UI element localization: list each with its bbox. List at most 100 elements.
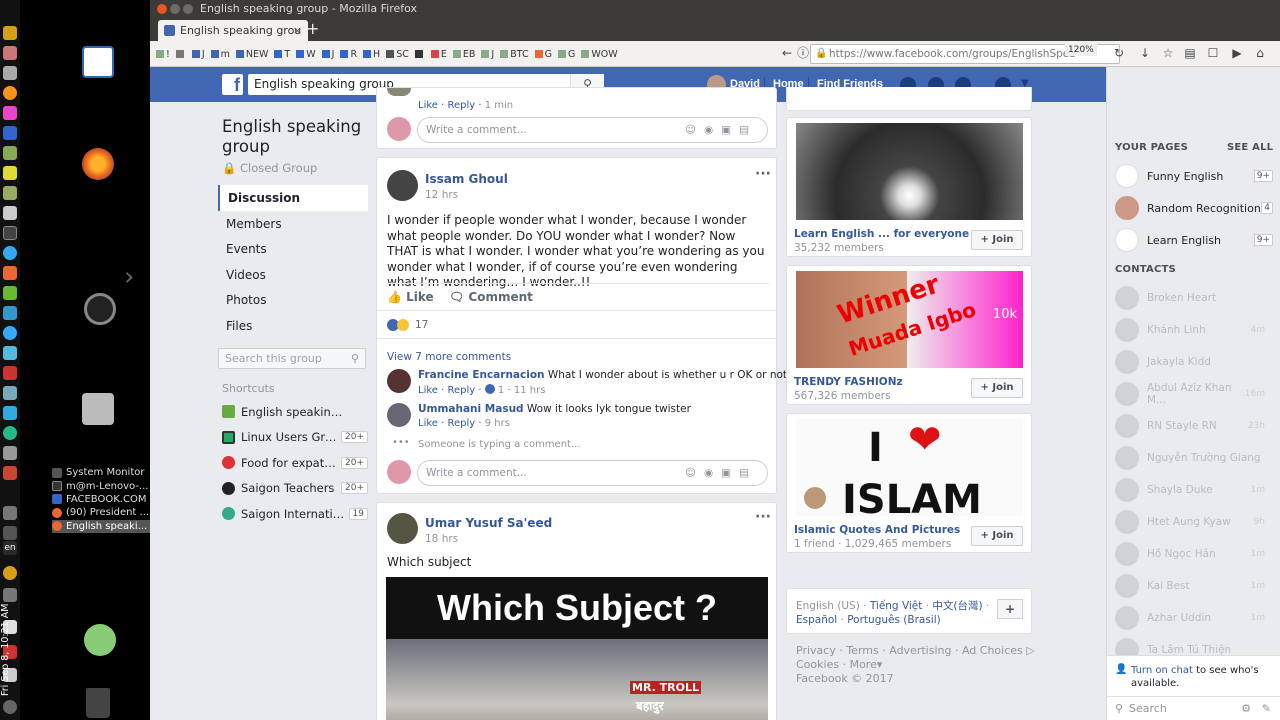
nav-photos[interactable]: Photos [218,287,368,313]
avatar[interactable] [387,170,418,201]
trash-icon[interactable] [86,688,110,718]
footer-link[interactable]: Ad Choices [962,644,1023,657]
footer-link[interactable]: More [850,658,877,671]
language-link[interactable]: Tiếng Việt [870,600,923,612]
avatar[interactable] [387,403,411,427]
launcher-app-icon[interactable] [3,406,17,420]
window-list-item[interactable]: (90) President ... [52,506,150,519]
add-language-button[interactable]: + [997,599,1023,619]
avatar[interactable] [387,513,418,544]
like-button[interactable]: 👍 Like [387,290,434,304]
compose-icon[interactable]: ✎ [1262,697,1271,720]
post-time[interactable]: 12 hrs [425,189,458,201]
bookmark-item[interactable]: J [481,49,494,60]
bookmark-item[interactable]: ! [156,49,170,60]
reply-link[interactable]: Reply [447,418,475,429]
tab-active[interactable]: English speaking grou × [158,20,308,41]
launcher-app-icon[interactable] [3,346,17,360]
launcher-app-icon[interactable] [3,246,17,260]
bookmark-item[interactable]: G [558,49,575,60]
launcher-app-icon[interactable] [3,186,17,200]
language-indicator[interactable]: en [3,541,17,555]
shortcut-item[interactable]: Saigon Teachers 20+ [218,476,368,502]
group-search-input[interactable]: Search this group ⚲ [218,348,366,369]
nav-videos[interactable]: Videos [218,262,368,288]
launcher-app-icon[interactable] [3,466,17,480]
launcher-app-icon[interactable] [3,106,17,120]
page-item[interactable]: Funny English 9+ [1115,164,1273,188]
contact-item[interactable]: Azhar Uddin 1m [1115,605,1265,631]
contact-item[interactable]: Jakayla Kidd [1115,349,1265,375]
telegram-icon[interactable] [3,426,17,440]
back-icon[interactable]: ← [780,46,794,60]
launcher-app-icon[interactable] [3,146,17,160]
bookmark-item[interactable]: H [363,49,380,60]
bluetooth-icon[interactable] [3,506,17,520]
launcher-app-icon[interactable] [3,206,17,220]
page-item[interactable]: Random Recognition 4 [1115,196,1273,220]
contact-item[interactable]: Kai Best 1m [1115,573,1265,599]
bitcoin-icon[interactable] [3,86,17,100]
terminal-icon[interactable] [3,226,17,240]
info-icon[interactable]: ⓘ [796,46,810,60]
group-name[interactable]: Islamic Quotes And Pictures [794,524,960,536]
filezilla-icon[interactable] [3,366,17,380]
view-more-comments-link[interactable]: View 7 more comments [387,351,511,363]
footer-link[interactable]: Advertising [889,644,951,657]
download-icon[interactable]: ↓ [1138,46,1152,60]
avatar[interactable] [387,369,411,393]
launcher-app-icon[interactable] [3,386,17,400]
reaction-count[interactable]: 17 [415,319,428,331]
bookmark-item[interactable]: EB [452,49,475,60]
comment-tools-icons[interactable]: ☺◉▣▤ [685,461,757,485]
post-options-icon[interactable]: ··· [755,509,771,525]
minimize-window-button[interactable] [170,4,180,14]
bookmark-item[interactable]: BTC [500,49,529,60]
contact-item[interactable]: RN Stayle RN 23h [1115,413,1265,439]
post-image[interactable]: Which Subject ? MR. TROLL बहादुर [386,577,768,720]
document-icon[interactable] [82,46,114,78]
group-cover-image[interactable]: Winner Muada Igbo 10k [796,271,1023,368]
nav-files[interactable]: Files [218,313,368,339]
join-group-button[interactable]: + Join [971,230,1023,250]
bookmark-item[interactable]: J [191,49,205,60]
group-name[interactable]: TRENDY FASHIONz [794,376,903,388]
launcher-app-icon[interactable] [3,166,17,180]
language-link[interactable]: Português (Brasil) [847,614,941,626]
maximize-window-button[interactable] [183,4,193,14]
launcher-app-icon[interactable] [3,126,17,140]
shortcut-item[interactable]: Food for expats in ...20+ [218,450,368,476]
bookmark-item[interactable]: m [210,49,230,60]
shortcut-item[interactable]: Linux Users Group 20+ [218,425,368,451]
contact-item[interactable]: Htet Aung Kyaw 9h [1115,509,1265,535]
comment-author[interactable]: Francine Encarnacion [418,369,545,381]
group-title[interactable]: English speaking group [218,117,368,157]
write-comment-input[interactable]: Write a comment... ☺◉▣▤ [417,117,768,143]
see-all-link[interactable]: SEE ALL [1227,142,1273,153]
bookmark-item[interactable] [414,50,425,58]
launcher-app-icon[interactable] [3,266,17,280]
bookmark-star-icon[interactable]: ☆ [1161,46,1175,60]
youtube-icon[interactable]: ▶ [1230,46,1244,60]
turn-on-chat-link[interactable]: Turn on chat [1131,665,1193,676]
contact-item[interactable]: Khánh Linh 4m [1115,317,1265,343]
reply-link[interactable]: Reply [447,100,475,111]
page-item[interactable]: Learn English 9+ [1115,228,1273,252]
chat-search-input[interactable]: ⚲ Search ⚙ ✎ [1107,696,1280,720]
nav-members[interactable]: Members [218,211,368,237]
footer-link[interactable]: Terms [846,644,878,657]
language-link[interactable]: 中文(台灣) [932,600,982,612]
launcher-app-icon[interactable] [3,566,17,580]
launcher-app-icon[interactable] [3,286,17,300]
bookmark-item[interactable]: G [534,49,552,60]
launcher-app-icon[interactable] [3,46,17,60]
contact-item[interactable]: Abdul Aziz Khan M... 16m [1115,381,1265,407]
wifi-icon[interactable] [3,526,17,540]
file-manager-icon[interactable] [82,393,114,425]
shortcut-item[interactable]: English speaking group [218,399,368,425]
join-group-button[interactable]: + Join [971,526,1023,546]
like-link[interactable]: Like [418,100,438,111]
bookmark-item[interactable]: W [296,49,316,60]
nav-events[interactable]: Events [218,236,368,262]
pocket-icon[interactable]: ☐ [1206,46,1220,60]
